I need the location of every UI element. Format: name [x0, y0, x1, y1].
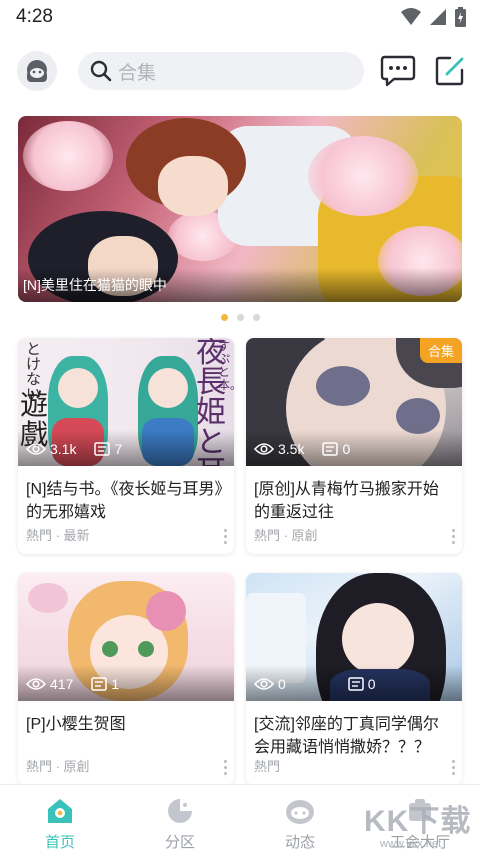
comment-count: 0	[348, 676, 376, 692]
more-options-icon[interactable]	[452, 760, 456, 775]
status-time: 4:28	[16, 6, 53, 27]
thumb-face	[58, 368, 98, 408]
comment-icon	[94, 442, 111, 456]
eye-icon	[254, 443, 274, 455]
watermark: KK下载 www.kkx.net	[360, 792, 478, 852]
featured-banner[interactable]: [N]美里住在猫猫的眼中	[18, 116, 462, 302]
post-card[interactable]: 417 1 [P]小樱生贺图 熱門 · 原創	[18, 573, 234, 785]
comment-icon	[322, 442, 339, 456]
comment-icon	[91, 677, 108, 691]
comment-count: 1	[91, 676, 119, 692]
search-input[interactable]: 合集	[78, 52, 364, 90]
comment-count-value: 0	[342, 441, 351, 457]
view-count: 0	[254, 676, 286, 692]
battery-charging-icon	[455, 7, 466, 27]
thumb-eye	[316, 366, 370, 406]
post-stats: 3.1k 7	[26, 441, 140, 457]
banner-illustration-blossom-4	[23, 121, 113, 191]
view-count-value: 0	[278, 676, 286, 692]
eye-icon	[254, 678, 274, 690]
post-title: [原创]从青梅竹马搬家开始的重返过往	[254, 481, 439, 521]
post-card[interactable]: 0 0 [交流]邻座的丁真同学偶尔会用藏语悄悄撒娇？？？ 熱門	[246, 573, 462, 785]
more-options-icon[interactable]	[452, 529, 456, 544]
thumb-face-2	[148, 368, 188, 408]
view-count-value: 3.5k	[278, 441, 305, 457]
more-options-icon[interactable]	[224, 760, 228, 775]
thumb-flower	[146, 591, 186, 631]
post-thumbnail: 0 0	[246, 573, 462, 701]
watermark-sub: www.kkx.net	[380, 838, 442, 850]
eye-icon	[26, 678, 46, 690]
banner-caption-text: [N]美里住在猫猫的眼中	[23, 277, 167, 293]
user-avatar-icon	[27, 60, 47, 82]
nav-item-category[interactable]: 分区	[120, 785, 240, 855]
comment-count-value: 7	[114, 441, 123, 457]
feed-icon	[282, 795, 318, 827]
post-title: [P]小樱生贺图	[26, 716, 126, 733]
comment-count-value: 0	[367, 676, 376, 692]
banner-illustration-blossom-2	[308, 136, 418, 216]
view-count-value: 417	[50, 676, 74, 692]
comment-icon	[348, 677, 364, 691]
view-count: 417	[26, 676, 73, 692]
search-icon	[90, 60, 112, 82]
status-icons	[401, 7, 466, 27]
search-placeholder: 合集	[118, 62, 157, 84]
post-card[interactable]: 合集 3.5k 0 [原创]从青梅竹马搬家开始的重返过往 熱門 · 原創	[246, 338, 462, 554]
post-title: [交流]邻座的丁真同学偶尔会用藏语悄悄撒娇？？？	[254, 716, 439, 756]
edit-icon	[435, 56, 464, 86]
view-count: 3.1k	[26, 441, 76, 457]
pagination-dot[interactable]	[237, 314, 244, 321]
thumb-eye	[102, 641, 118, 657]
post-thumbnail: 合集 3.5k 0	[246, 338, 462, 466]
banner-illustration-face-2	[158, 156, 228, 216]
comment-count: 7	[94, 441, 122, 457]
message-button[interactable]	[380, 54, 416, 88]
nav-item-feed[interactable]: 动态	[240, 785, 360, 855]
watermark-main: KK下载	[364, 805, 472, 838]
thumb-eye-2	[396, 398, 440, 434]
pagination-dot[interactable]	[221, 314, 228, 321]
post-meta: 熱門	[254, 759, 281, 774]
home-icon	[42, 795, 78, 827]
nav-item-home[interactable]: 首页	[0, 785, 120, 855]
category-icon	[162, 795, 198, 827]
banner-caption: [N]美里住在猫猫的眼中	[18, 268, 462, 302]
signal-icon	[430, 9, 446, 25]
comment-count: 0	[322, 441, 350, 457]
post-stats: 0 0	[254, 676, 394, 692]
view-count-value: 3.1k	[50, 441, 77, 457]
pagination-dot[interactable]	[253, 314, 260, 321]
thumb-eye-2	[138, 641, 154, 657]
post-title: [N]结与书。《夜长姬与耳男》的无邪嬉戏	[26, 481, 223, 521]
banner-pagination	[221, 314, 260, 321]
edit-button[interactable]	[434, 54, 466, 88]
top-bar: 合集	[0, 36, 480, 104]
post-meta: 熱門 · 原創	[26, 759, 90, 774]
collection-badge: 合集	[419, 338, 462, 363]
post-meta: 熱門 · 原創	[254, 528, 318, 543]
post-stats: 417 1	[26, 676, 137, 692]
post-thumbnail: 417 1	[18, 573, 234, 701]
post-thumbnail: とけない 遊戲 夜長姫と耳 すぷと本。 3.1k 7	[18, 338, 234, 466]
wifi-icon	[401, 8, 421, 25]
post-meta: 熱門 · 最新	[26, 528, 90, 543]
post-card[interactable]: とけない 遊戲 夜長姫と耳 すぷと本。 3.1k 7 [N]结与书。《夜长姬与耳…	[18, 338, 234, 554]
thumb-flower-2	[28, 583, 68, 613]
avatar[interactable]	[17, 51, 57, 91]
message-icon	[380, 55, 416, 87]
nav-label: 首页	[44, 834, 75, 851]
post-stats: 3.5k 0	[254, 441, 368, 457]
more-options-icon[interactable]	[224, 529, 228, 544]
eye-icon	[26, 443, 46, 455]
nav-label: 分区	[164, 834, 195, 851]
status-bar: 4:28	[0, 0, 480, 36]
thumb-cover-text: すぷと本。	[218, 339, 234, 392]
comment-count-value: 1	[111, 676, 120, 692]
view-count: 3.5k	[254, 441, 304, 457]
nav-label: 动态	[284, 834, 315, 851]
